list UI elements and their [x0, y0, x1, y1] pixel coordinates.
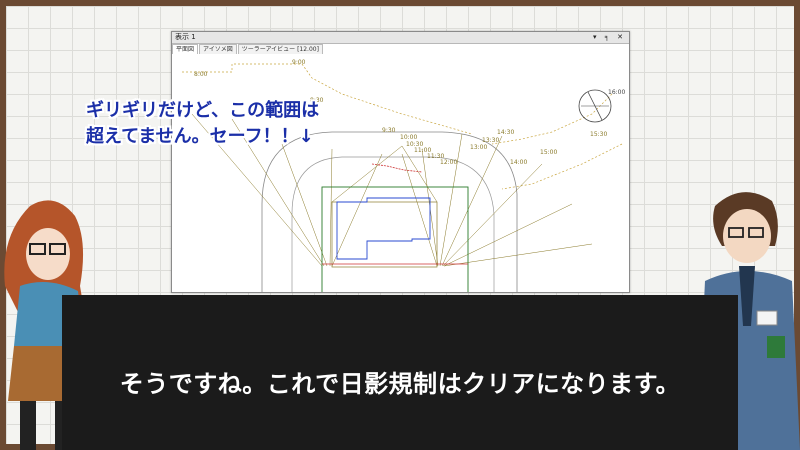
caption-line-1: ギリギリだけど、この範囲は — [86, 100, 320, 121]
cad-viewer-window[interactable]: 表示 1 ▾ ╕ ✕ 平面図 アイソメ図 ツーラーアイビュー [12.00] 8… — [171, 31, 630, 293]
time-label: 13:30 — [482, 137, 499, 144]
tab-sun-view[interactable]: ツーラーアイビュー [12.00] — [237, 44, 323, 54]
window-titlebar[interactable]: 表示 1 ▾ ╕ ✕ — [172, 32, 629, 44]
time-label: 10:00 — [400, 134, 417, 141]
tab-isometric-view[interactable]: アイソメ図 — [199, 44, 237, 54]
time-label: 14:00 — [510, 159, 527, 166]
tab-plan-view[interactable]: 平面図 — [172, 44, 199, 54]
compass-time-label: 16:00 — [608, 89, 625, 96]
time-label: 8:00 — [194, 71, 208, 78]
caption-line-2: 超えてません。セーフ！！↓ — [86, 126, 314, 147]
shadow-contour-marks — [371, 163, 423, 173]
north-compass-icon: 16:00 — [578, 89, 625, 123]
building-outer — [331, 201, 438, 268]
subtitle-text: そうですね。これで日影規制はクリアになります。 — [119, 370, 681, 398]
window-controls-icon[interactable]: ▾ ╕ ✕ — [593, 32, 626, 43]
time-label: 9:00 — [292, 59, 306, 66]
time-label: 15:30 — [590, 131, 607, 138]
time-label: 14:30 — [497, 129, 514, 136]
time-label: 13:00 — [470, 144, 487, 151]
sun-path-line-3 — [501, 143, 623, 190]
shadow-diagram-canvas[interactable]: 8:00 9:00 8:30 9:30 10:00 10:30 11:00 11… — [172, 54, 629, 292]
annotation-caption: ギリギリだけど、この範囲は 超えてません。セーフ！！↓ — [86, 98, 319, 150]
view-tabs: 平面図 アイソメ図 ツーラーアイビュー [12.00] — [172, 44, 324, 54]
building-inner-outline — [336, 197, 431, 260]
time-label: 9:30 — [382, 127, 396, 134]
time-label: 15:00 — [540, 149, 557, 156]
window-title: 表示 1 — [175, 33, 196, 41]
time-label: 12:00 — [440, 159, 457, 166]
